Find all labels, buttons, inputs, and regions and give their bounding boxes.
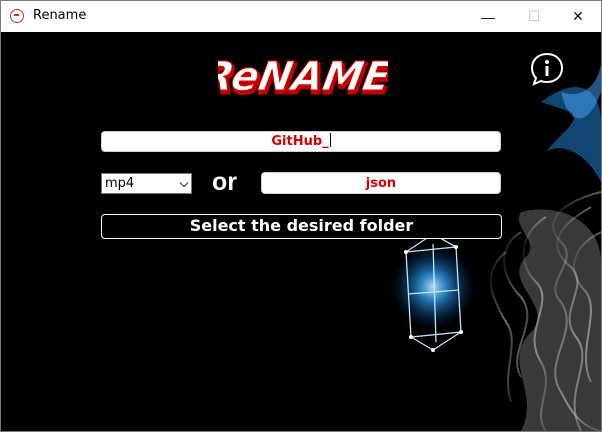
main-panel: ReNAME ReNAME GitHub_ mp4 or json Select…: [1, 32, 601, 431]
minimize-button[interactable]: —: [465, 1, 511, 32]
extension-select-value: mp4: [105, 176, 135, 191]
rename-window: Rename — ☐ ✕ ReNAME ReNAME GitHub_ mp4 o…: [0, 0, 602, 432]
name-prefix-value: GitHub_: [271, 134, 329, 149]
chevron-down-icon: [179, 178, 189, 188]
select-folder-button[interactable]: Select the desired folder: [101, 214, 502, 239]
app-icon: [10, 9, 24, 23]
text-caret: [329, 133, 331, 147]
title-bar[interactable]: Rename — ☐ ✕: [1, 1, 601, 32]
maximize-button[interactable]: ☐: [511, 1, 557, 32]
or-label: or: [212, 168, 237, 196]
rename-logo: ReNAME ReNAME: [218, 53, 388, 105]
name-prefix-input[interactable]: GitHub_: [101, 131, 501, 152]
close-button[interactable]: ✕: [555, 1, 601, 32]
extension-select[interactable]: mp4: [101, 173, 192, 194]
custom-extension-input[interactable]: json: [261, 172, 501, 194]
logo-text: ReNAME: [218, 53, 388, 100]
custom-extension-value: json: [365, 176, 397, 191]
window-title: Rename: [33, 8, 87, 23]
info-speech-bubble-icon[interactable]: [530, 52, 564, 86]
